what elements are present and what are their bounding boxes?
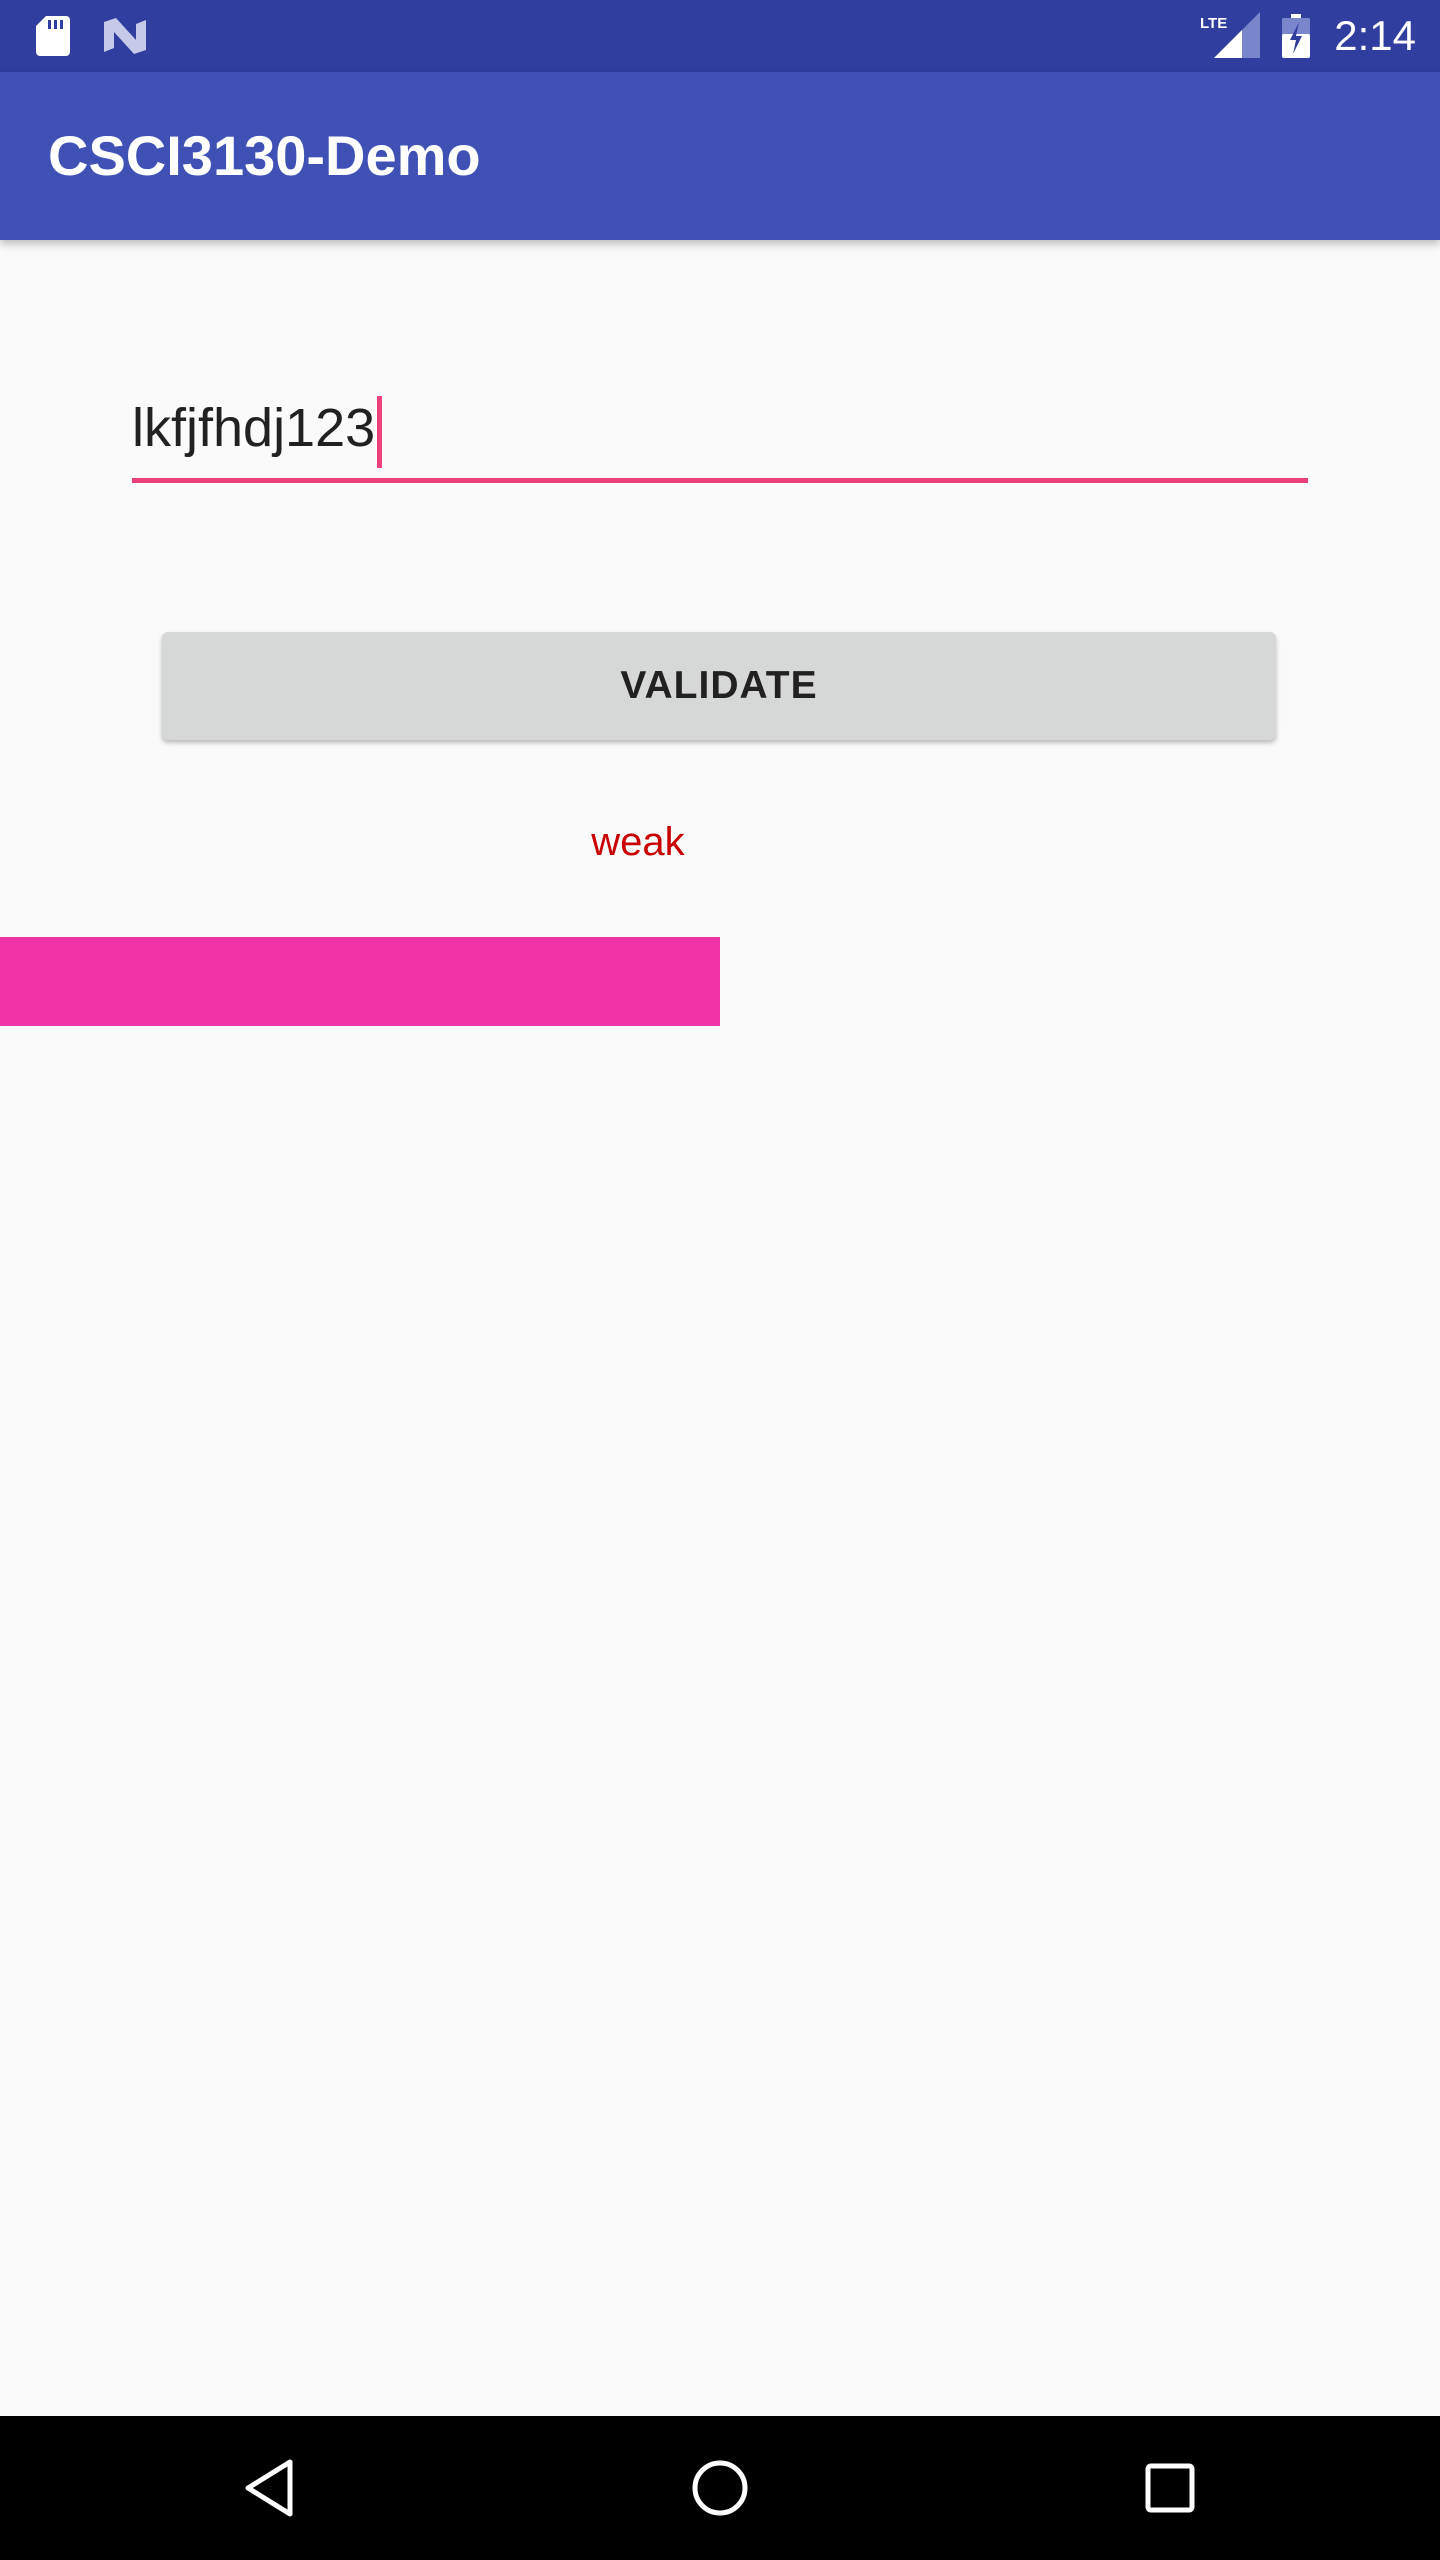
status-time: 2:14 (1334, 12, 1416, 59)
home-icon[interactable] (684, 2452, 756, 2524)
recents-icon[interactable] (1134, 2452, 1206, 2524)
lte-signal-icon: LTE (1200, 12, 1260, 58)
text-cursor (377, 395, 383, 468)
validate-button[interactable]: VALIDATE (162, 632, 1276, 740)
strength-bar-fill (0, 937, 720, 1026)
battery-charging-icon (1282, 14, 1310, 58)
n-notification-icon (104, 18, 146, 54)
password-input-value: lkfjfhdj123 (132, 398, 376, 458)
strength-bar (0, 937, 1440, 1026)
sd-card-icon (36, 16, 70, 56)
password-input[interactable]: lkfjfhdj123 (132, 382, 1308, 483)
screen: LTE 2:14 CSCI3130-Demo lkfjfhdj123 VALID… (0, 0, 1440, 2560)
status-bar: LTE 2:14 (0, 0, 1440, 72)
lte-label: LTE (1200, 15, 1227, 32)
app-title: CSCI3130-Demo (48, 124, 481, 187)
app-bar: CSCI3130-Demo (0, 72, 1440, 240)
navigation-bar (0, 2416, 1440, 2560)
back-icon[interactable] (234, 2452, 306, 2524)
strength-label: weak (591, 820, 685, 864)
